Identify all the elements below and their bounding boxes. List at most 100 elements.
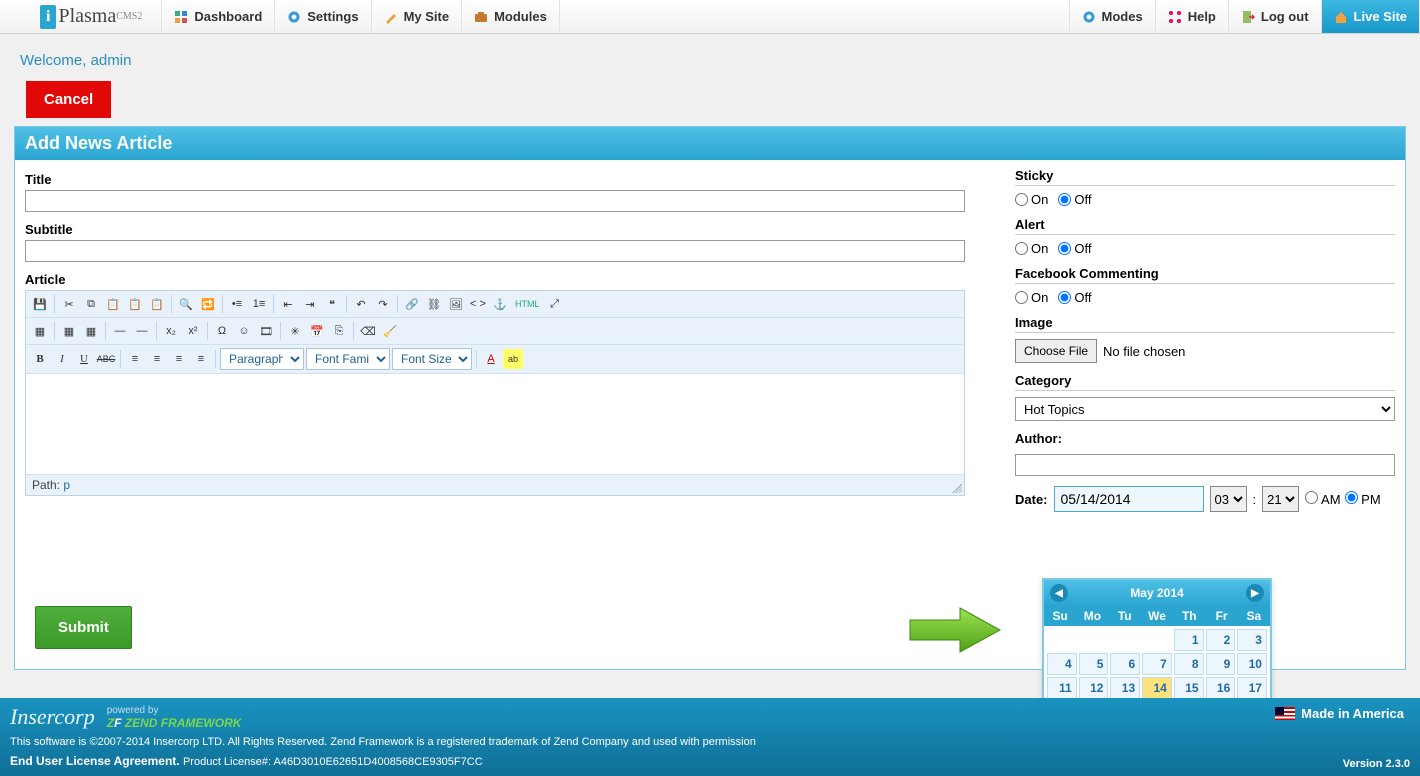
fb-off[interactable]: Off bbox=[1058, 290, 1091, 305]
attr-icon[interactable]: ✳ bbox=[285, 321, 305, 341]
blockquote-icon[interactable]: ❝ bbox=[322, 294, 342, 314]
paste-word-icon[interactable]: 📋 bbox=[147, 294, 167, 314]
table-icon[interactable]: ▦ bbox=[30, 321, 50, 341]
template-icon[interactable]: ⎘ bbox=[329, 321, 349, 341]
row-after-icon[interactable]: ▦ bbox=[81, 321, 101, 341]
date-input[interactable] bbox=[1054, 486, 1204, 512]
find-icon[interactable]: 🔍 bbox=[176, 294, 196, 314]
cal-prev-icon[interactable]: ◀ bbox=[1050, 584, 1068, 602]
nav-dashboard[interactable]: Dashboard bbox=[161, 0, 275, 33]
indent-icon[interactable]: ⇥ bbox=[300, 294, 320, 314]
cal-day[interactable]: 9 bbox=[1206, 653, 1236, 675]
emoji-icon[interactable]: ☺ bbox=[234, 321, 254, 341]
copy-icon[interactable]: ⧉ bbox=[81, 294, 101, 314]
cal-day[interactable]: 10 bbox=[1237, 653, 1267, 675]
nav-modules[interactable]: Modules bbox=[461, 0, 560, 33]
erase-icon[interactable]: ⌫ bbox=[358, 321, 378, 341]
category-select[interactable]: Hot Topics bbox=[1015, 397, 1395, 421]
fb-on[interactable]: On bbox=[1015, 290, 1048, 305]
title-input[interactable] bbox=[25, 190, 965, 212]
alert-on[interactable]: On bbox=[1015, 241, 1048, 256]
outdent-icon[interactable]: ⇤ bbox=[278, 294, 298, 314]
cal-day[interactable]: 5 bbox=[1079, 653, 1109, 675]
nav-mysite[interactable]: My Site bbox=[371, 0, 463, 33]
cal-day[interactable]: 17 bbox=[1237, 677, 1267, 699]
sticky-on[interactable]: On bbox=[1015, 192, 1048, 207]
clean-icon[interactable]: 🧹 bbox=[380, 321, 400, 341]
cal-day[interactable]: 6 bbox=[1110, 653, 1140, 675]
bold-icon[interactable]: B bbox=[30, 349, 50, 369]
nav-modes[interactable]: Modes bbox=[1069, 0, 1156, 33]
resize-handle-icon[interactable] bbox=[950, 481, 962, 493]
row-before-icon[interactable]: ▦ bbox=[59, 321, 79, 341]
superscript-icon[interactable]: x² bbox=[183, 321, 203, 341]
cal-day[interactable]: 11 bbox=[1047, 677, 1077, 699]
editor-content-area[interactable] bbox=[26, 374, 964, 474]
sticky-off[interactable]: Off bbox=[1058, 192, 1091, 207]
path-value[interactable]: p bbox=[63, 478, 70, 492]
cal-day[interactable]: 12 bbox=[1079, 677, 1109, 699]
paste-icon[interactable]: 📋 bbox=[103, 294, 123, 314]
link-icon[interactable]: 🔗 bbox=[402, 294, 422, 314]
am-radio[interactable]: AM bbox=[1305, 491, 1340, 507]
align-right-icon[interactable]: ≡ bbox=[169, 349, 189, 369]
cal-day[interactable]: 15 bbox=[1174, 677, 1204, 699]
replace-icon[interactable]: 🔁 bbox=[198, 294, 218, 314]
font-size-select[interactable]: Font Size bbox=[392, 348, 472, 370]
underline-icon[interactable]: U bbox=[74, 349, 94, 369]
align-justify-icon[interactable]: ≡ bbox=[191, 349, 211, 369]
strike-icon[interactable]: ABC bbox=[96, 349, 116, 369]
cal-day[interactable]: 7 bbox=[1142, 653, 1172, 675]
image-icon[interactable]: 🖼 bbox=[446, 294, 466, 314]
cancel-button[interactable]: Cancel bbox=[26, 81, 111, 118]
ul-icon[interactable]: •≡ bbox=[227, 294, 247, 314]
italic-icon[interactable]: I bbox=[52, 349, 72, 369]
save-icon[interactable]: 💾 bbox=[30, 294, 50, 314]
cal-day[interactable]: 3 bbox=[1237, 629, 1267, 651]
ol-icon[interactable]: 1≡ bbox=[249, 294, 269, 314]
html-icon[interactable]: HTML bbox=[512, 294, 543, 314]
text-color-icon[interactable]: A bbox=[481, 349, 501, 369]
paragraph-select[interactable]: Paragraph bbox=[220, 348, 304, 370]
subscript-icon[interactable]: x₂ bbox=[161, 321, 181, 341]
hr2-icon[interactable]: — bbox=[132, 321, 152, 341]
subtitle-input[interactable] bbox=[25, 240, 965, 262]
submit-button[interactable]: Submit bbox=[35, 606, 132, 649]
font-family-select[interactable]: Font Family bbox=[306, 348, 390, 370]
redo-icon[interactable]: ↷ bbox=[373, 294, 393, 314]
cut-icon[interactable]: ✂ bbox=[59, 294, 79, 314]
cal-day[interactable]: 1 bbox=[1174, 629, 1204, 651]
hour-select[interactable]: 03 bbox=[1210, 486, 1247, 512]
cal-day[interactable]: 13 bbox=[1110, 677, 1140, 699]
cal-next-icon[interactable]: ▶ bbox=[1246, 584, 1264, 602]
cal-day[interactable]: 2 bbox=[1206, 629, 1236, 651]
choose-file-button[interactable]: Choose File bbox=[1015, 339, 1097, 363]
editor-toolbar-row1: 💾 ✂ ⧉ 📋 📋 📋 🔍 🔁 •≡ 1≡ ⇤ ⇥ ❝ bbox=[26, 291, 964, 318]
alert-off[interactable]: Off bbox=[1058, 241, 1091, 256]
cal-day[interactable]: 4 bbox=[1047, 653, 1077, 675]
minute-select[interactable]: 21 bbox=[1262, 486, 1299, 512]
nav-help[interactable]: Help bbox=[1155, 0, 1229, 33]
pm-radio[interactable]: PM bbox=[1345, 491, 1381, 507]
nav-settings[interactable]: Settings bbox=[274, 0, 371, 33]
special-char-icon[interactable]: Ω bbox=[212, 321, 232, 341]
media-icon[interactable]: 🎞 bbox=[256, 321, 276, 341]
align-center-icon[interactable]: ≡ bbox=[147, 349, 167, 369]
cal-day[interactable]: 14 bbox=[1142, 677, 1172, 699]
date-icon[interactable]: 📅 bbox=[307, 321, 327, 341]
fullscreen-icon[interactable]: ⤢ bbox=[545, 294, 565, 314]
code-icon[interactable]: < > bbox=[468, 294, 488, 314]
undo-icon[interactable]: ↶ bbox=[351, 294, 371, 314]
hr-icon[interactable]: — bbox=[110, 321, 130, 341]
nav-logout[interactable]: Log out bbox=[1228, 0, 1322, 33]
unlink-icon[interactable]: ⛓ bbox=[424, 294, 444, 314]
author-input[interactable] bbox=[1015, 454, 1395, 476]
cal-day[interactable]: 16 bbox=[1206, 677, 1236, 699]
align-left-icon[interactable]: ≡ bbox=[125, 349, 145, 369]
bg-color-icon[interactable]: ab bbox=[503, 349, 523, 369]
anchor-icon[interactable]: ⚓ bbox=[490, 294, 510, 314]
paste-text-icon[interactable]: 📋 bbox=[125, 294, 145, 314]
cal-day[interactable]: 8 bbox=[1174, 653, 1204, 675]
nav-livesite[interactable]: Live Site bbox=[1321, 0, 1420, 33]
eula-link[interactable]: End User License Agreement. bbox=[10, 754, 180, 768]
